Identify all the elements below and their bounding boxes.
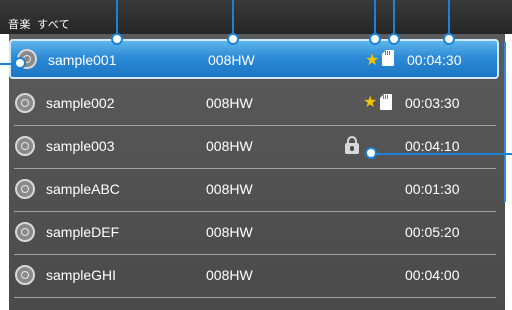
disc-icon [15, 265, 35, 285]
track-row[interactable]: sample002 008HW ★ 00:03:30 [9, 82, 499, 126]
disc-icon [15, 222, 35, 242]
track-duration: 00:01:30 [405, 181, 460, 197]
lock-icon [345, 136, 359, 154]
track-name: sample002 [46, 95, 115, 111]
callout-marker-duration [443, 33, 455, 45]
track-row[interactable]: sampleABC 008HW 00:01:30 [9, 168, 499, 212]
track-row[interactable]: sampleGHI 008HW 00:04:00 [9, 254, 499, 298]
track-row[interactable]: sampleDEF 008HW 00:05:20 [9, 211, 499, 255]
track-album: 008HW [206, 181, 253, 197]
track-duration: 00:05:20 [405, 224, 460, 240]
track-album: 008HW [208, 52, 255, 68]
callout-marker-disc [14, 57, 26, 69]
disc-icon [15, 179, 35, 199]
callout-marker-name [111, 33, 123, 45]
track-duration: 00:03:30 [405, 95, 460, 111]
track-duration: 00:04:30 [407, 52, 462, 68]
breadcrumb-all[interactable]: すべて [37, 16, 70, 32]
callout-marker-favorite [369, 33, 381, 45]
track-name: sample001 [48, 52, 117, 68]
track-name: sampleGHI [46, 267, 117, 283]
track-row[interactable]: sample001 008HW ★ 00:04:30 [9, 39, 499, 79]
scrollbar[interactable] [504, 42, 506, 202]
callout-marker-card [388, 33, 400, 45]
track-album: 008HW [206, 267, 253, 283]
disc-icon [15, 136, 35, 156]
track-name: sampleABC [46, 181, 120, 197]
sd-card-icon [380, 94, 392, 110]
track-name: sampleDEF [46, 224, 120, 240]
track-duration: 00:04:10 [405, 138, 460, 154]
callout-marker-album [227, 33, 239, 45]
sd-card-icon [382, 50, 394, 66]
track-album: 008HW [206, 95, 253, 111]
star-icon: ★ [363, 92, 378, 111]
callout-marker-lock [365, 147, 377, 159]
disc-icon [15, 93, 35, 113]
track-row[interactable]: sample003 008HW 00:04:10 [9, 125, 499, 169]
track-album: 008HW [206, 138, 253, 154]
track-name: sample003 [46, 138, 115, 154]
row-divider [14, 297, 496, 298]
track-duration: 00:04:00 [405, 267, 460, 283]
track-album: 008HW [206, 224, 253, 240]
header-bar: 音楽 すべて [0, 0, 512, 34]
callout-leader-lock [371, 153, 512, 155]
breadcrumb-music[interactable]: 音楽 [8, 16, 31, 32]
star-icon: ★ [365, 50, 380, 69]
